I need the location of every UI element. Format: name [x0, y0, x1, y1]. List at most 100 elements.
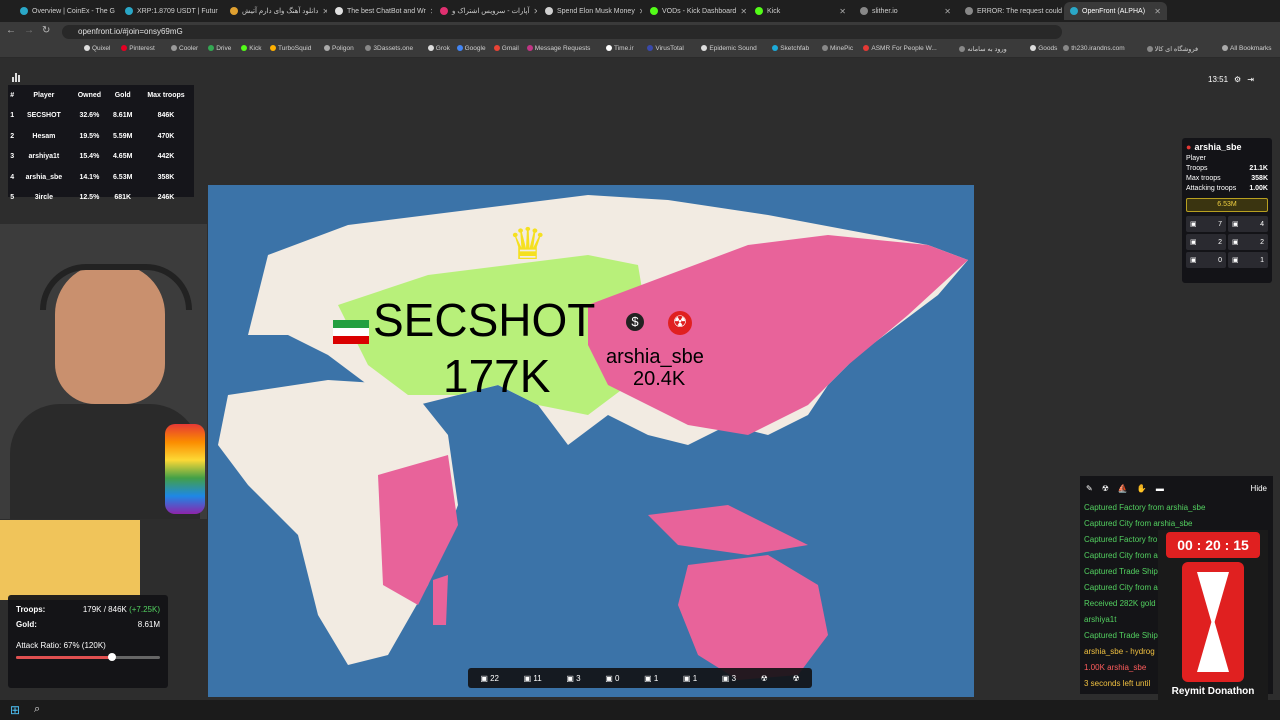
browser-tab[interactable]: OpenFront (ALPHA) ✕ [1064, 2, 1167, 20]
leaderboard-column-header[interactable]: # [8, 85, 16, 106]
tab-close-icon[interactable]: ✕ [1154, 7, 1161, 16]
leaderboard-column-header[interactable]: Gold [107, 85, 138, 106]
bookmark-item[interactable]: فروشگاه ای کالا [1147, 45, 1199, 53]
tab-close-icon[interactable]: ✕ [430, 7, 432, 16]
leaderboard-column-header[interactable]: Player [16, 85, 71, 106]
leaderboard-row[interactable]: 1 SECSHOT 32.6% 8.61M 846K [8, 106, 194, 127]
alliance-filter-icon[interactable]: ✋ [1137, 484, 1147, 493]
tab-close-icon[interactable]: ✕ [740, 7, 747, 16]
headphones-icon [40, 264, 192, 310]
bookmark-item[interactable]: Pinterest [121, 45, 155, 52]
leaderboard-row[interactable]: 5 3ircle 12.5% 681K 246K [8, 188, 194, 209]
tab-favicon-icon [650, 7, 658, 15]
windows-start-icon[interactable]: ⊞ [10, 703, 20, 717]
world-map[interactable]: SECSHOT 177K arshia_sbe 20.4K $ ☢ ♛ [208, 185, 974, 697]
tab-favicon-icon [335, 7, 343, 15]
nuke-icon: ☢ [668, 311, 692, 335]
building-count-value: 0 [1218, 256, 1222, 264]
leaderboard-header-row: # Player Owned Gold Max troops [8, 85, 194, 106]
bookmark-item[interactable]: Sketchfab [772, 45, 809, 52]
browser-tab[interactable]: XRP:1.8709 USDT | Futur✕ [119, 2, 222, 20]
port-icon: ▣ [1190, 239, 1197, 246]
bookmark-item[interactable]: Message Requests [527, 45, 591, 52]
tab-close-icon[interactable]: ✕ [322, 7, 327, 16]
pencil-icon[interactable]: ✎ [1086, 484, 1093, 493]
bookmark-item[interactable]: TurboSquid [270, 45, 311, 52]
bookmark-item[interactable]: Drive [208, 45, 231, 52]
bookmark-item[interactable]: Cooler [171, 45, 198, 52]
bookmark-item[interactable]: VirusTotal [647, 45, 683, 52]
bookmark-item[interactable]: ASMR For People W... [863, 45, 936, 52]
bookmark-item[interactable]: Google [457, 45, 486, 52]
ship-filter-icon[interactable]: ⛵ [1118, 484, 1128, 493]
building-count-value: 4 [1260, 220, 1264, 228]
bookmark-item[interactable]: Poligon [324, 45, 354, 52]
browser-tab[interactable]: Spend Elon Musk Money ✕ [539, 2, 642, 20]
browser-tab[interactable]: The best ChatBot and Wr ✕ [329, 2, 432, 20]
build-item[interactable]: ▣ 0 [605, 674, 619, 683]
settings-icon[interactable]: ⚙ [1234, 75, 1241, 84]
hydrogen-bomb-icon[interactable]: ☢ [792, 674, 799, 683]
bookmark-item[interactable]: Time.ir [606, 45, 634, 52]
browser-tab[interactable]: آپارات - سرویس اشتراک و ✕ [434, 2, 537, 20]
bookmark-item[interactable]: Quixel [84, 45, 110, 52]
donation-timer: 00 : 20 : 15 Reymit Donathon [1158, 530, 1268, 712]
browser-tab[interactable]: VODs - Kick Dashboard ✕ [644, 2, 747, 20]
build-bar: ▣ 22 ▣ 11 ▣ 3 ▣ 0 ▣ 1 ▣ 1 ▣ 3 ☢ ☢ [468, 668, 812, 688]
browser-tab[interactable]: دانلود آهنگ وای دارم آتیش ✕ [224, 2, 327, 20]
australia-land [678, 555, 828, 680]
attack-ratio-handle[interactable] [108, 653, 117, 661]
url-input[interactable]: openfront.io/#join=onsy69mG [62, 25, 1062, 39]
windows-taskbar: ⊞ ⌕ [0, 700, 1280, 720]
forward-icon[interactable]: → [24, 25, 34, 36]
reload-icon[interactable]: ↻ [42, 25, 50, 36]
nuke-icon[interactable]: ☢ [761, 674, 768, 683]
leaderboard-column-header[interactable]: Max troops [138, 85, 194, 106]
browser-tab[interactable]: slither.io ✕ [854, 2, 957, 20]
browser-tab[interactable]: Overview | CoinEx - The G✕ [14, 2, 117, 20]
build-item[interactable]: ▣ 3 [566, 674, 580, 683]
build-item[interactable]: ▣ 3 [722, 674, 736, 683]
hourglass-icon [1182, 562, 1244, 682]
bookmark-item[interactable]: th230.irandns.com [1063, 45, 1124, 52]
hide-button[interactable]: Hide [1251, 484, 1267, 493]
browser-tab[interactable]: Kick ✕ [749, 2, 852, 20]
attack-ratio-fill [16, 656, 113, 659]
tab-close-icon[interactable]: ✕ [533, 7, 537, 16]
bookmark-item[interactable]: ورود به سامانه [959, 45, 1006, 53]
leaderboard-row[interactable]: 3 arshiya1t 15.4% 4.65M 442K [8, 147, 194, 168]
build-item[interactable]: ▣ 1 [683, 674, 697, 683]
leaderboard-row[interactable]: 2 Hesam 19.5% 5.59M 470K [8, 126, 194, 147]
bookmark-item[interactable]: MinePic [822, 45, 853, 52]
build-item[interactable]: ▣ 22 [480, 674, 499, 683]
crown-icon: ♛ [508, 220, 548, 269]
leaderboard-row[interactable]: 4 arshia_sbe 14.1% 6.53M 358K [8, 167, 194, 188]
leaderboard-column-header[interactable]: Owned [71, 85, 107, 106]
exit-icon[interactable]: ⇥ [1247, 75, 1254, 84]
troops-label: Troops: [16, 605, 46, 614]
bookmark-item[interactable]: Kick [241, 45, 261, 52]
build-count: 3 [576, 673, 581, 683]
bookmark-item[interactable]: Gmail [494, 45, 519, 52]
browser-tab[interactable]: ERROR: The request could✕ [959, 2, 1062, 20]
tab-close-icon[interactable]: ✕ [944, 7, 951, 16]
search-icon[interactable]: ⌕ [34, 703, 40, 716]
build-item[interactable]: ▣ 11 [524, 674, 542, 683]
bookmark-item[interactable]: Goods [1030, 45, 1057, 52]
back-icon[interactable]: ← [6, 25, 16, 36]
bookmark-item[interactable]: Grok [428, 45, 450, 52]
tab-close-icon[interactable]: ✕ [839, 7, 846, 16]
nuke-filter-icon[interactable]: ☢ [1102, 484, 1109, 493]
leaderboard-cell: 15.4% [79, 153, 100, 161]
building-count-value: 1 [1260, 256, 1264, 264]
leaderboard-toggle-icon[interactable] [12, 72, 22, 82]
bookmark-item[interactable]: Epidemic Sound [701, 45, 756, 52]
tab-favicon-icon [860, 7, 868, 15]
event-message[interactable]: Captured Factory from arshia_sbe [1080, 500, 1273, 516]
bookmark-item[interactable]: All Bookmarks [1222, 45, 1272, 52]
build-item[interactable]: ▣ 1 [644, 674, 658, 683]
bookmark-item[interactable]: 3Dassets.one [365, 45, 413, 52]
tab-close-icon[interactable]: ✕ [639, 7, 642, 16]
attack-ratio-slider[interactable] [16, 653, 160, 661]
chat-filter-icon[interactable]: ▬ [1156, 484, 1164, 493]
